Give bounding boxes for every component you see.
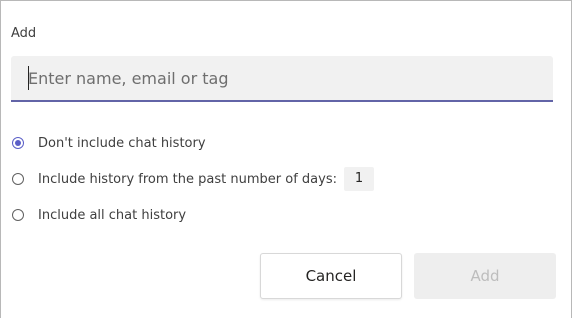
radio-unselected-icon[interactable] bbox=[12, 209, 24, 221]
text-caret bbox=[28, 66, 29, 90]
option-label: Include all chat history bbox=[38, 207, 187, 223]
option-label: Include history from the past number of … bbox=[38, 171, 337, 187]
add-people-dialog: Add Don't include chat history Include h… bbox=[0, 0, 572, 318]
option-no-history[interactable]: Don't include chat history bbox=[12, 133, 206, 153]
people-search-input[interactable] bbox=[11, 56, 553, 102]
days-count-input[interactable]: 1 bbox=[343, 167, 374, 191]
option-past-days-history[interactable]: Include history from the past number of … bbox=[12, 167, 374, 191]
option-label: Don't include chat history bbox=[38, 135, 206, 151]
add-button[interactable]: Add bbox=[414, 253, 556, 299]
dialog-title: Add bbox=[11, 26, 37, 41]
cancel-button[interactable]: Cancel bbox=[260, 253, 402, 299]
option-all-history[interactable]: Include all chat history bbox=[12, 205, 186, 225]
radio-selected-icon[interactable] bbox=[12, 137, 24, 149]
radio-unselected-icon[interactable] bbox=[12, 173, 24, 185]
